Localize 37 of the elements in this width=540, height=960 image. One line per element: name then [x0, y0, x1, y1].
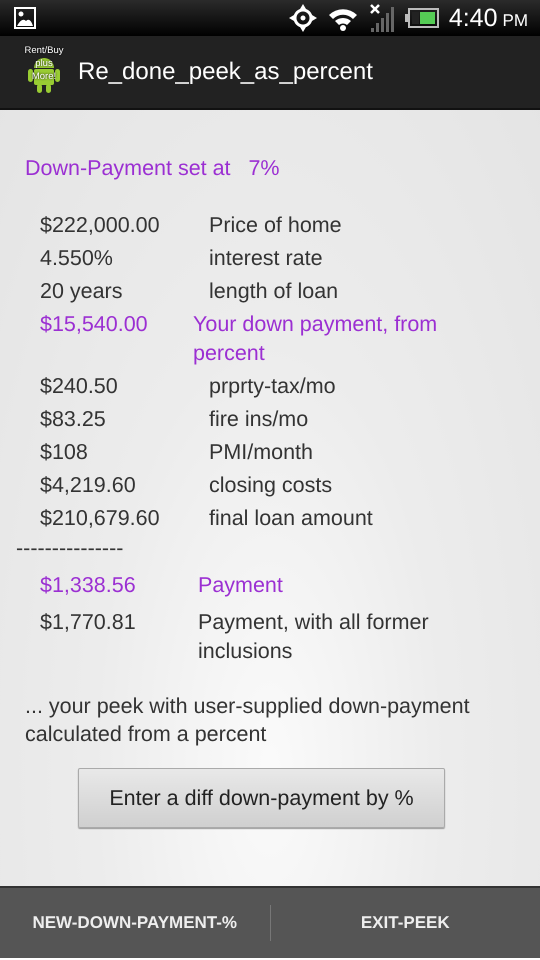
amount-value: $4,219.60: [40, 472, 137, 499]
amount-label: length of loan: [209, 278, 340, 305]
amount-label: prprty-tax/mo: [209, 373, 337, 400]
amount-value: $210,679.60: [40, 505, 161, 532]
amount-value: 20 years: [40, 278, 124, 305]
amount-label: PMI/month: [209, 439, 314, 466]
app-icon-label: plus: [35, 57, 53, 70]
amount-label: interest rate: [209, 245, 324, 272]
amount-value: $1,338.56: [40, 572, 137, 599]
amount-value: $1,770.81: [40, 609, 137, 636]
clock-time: 4:40: [448, 4, 498, 32]
amount-value: $108: [40, 439, 89, 466]
amount-label: Your down payment, from percent: [193, 311, 438, 367]
amount-value: 4.550%: [40, 245, 114, 272]
diff-down-payment-button[interactable]: Enter a diff down-payment by %: [78, 768, 445, 828]
app-icon-label: Rent/Buy: [24, 44, 64, 57]
amount-label: fire ins/mo: [209, 406, 310, 433]
app-title: Re_done_peek_as_percent: [78, 58, 373, 86]
amount-label: final loan amount: [209, 505, 374, 532]
amount-value: $222,000.00: [40, 212, 161, 239]
down-payment-heading: Down-Payment set at 7%: [25, 156, 281, 181]
clock-ampm: PM: [502, 10, 528, 30]
amount-label: Payment, with all former inclusions: [198, 609, 430, 665]
picture-icon: [14, 7, 36, 29]
signal-icon: [368, 3, 395, 33]
amount-value: $15,540.00: [40, 311, 149, 338]
amount-value: $83.25: [40, 406, 107, 433]
amount-label: closing costs: [209, 472, 334, 499]
battery-icon: [404, 8, 439, 28]
location-icon: [288, 4, 317, 32]
amount-label: Price of home: [209, 212, 343, 239]
amount-label: Payment: [198, 572, 284, 599]
action-button[interactable]: EXIT-PEEK: [270, 888, 540, 958]
peek-note: ... your peek with user-supplied down-payment calculated from a percent: [25, 693, 471, 748]
action-button[interactable]: NEW-DOWN-PAYMENT-%: [0, 888, 270, 958]
amount-value: $240.50: [40, 373, 119, 400]
dashed-separator: ---------------: [16, 537, 124, 559]
